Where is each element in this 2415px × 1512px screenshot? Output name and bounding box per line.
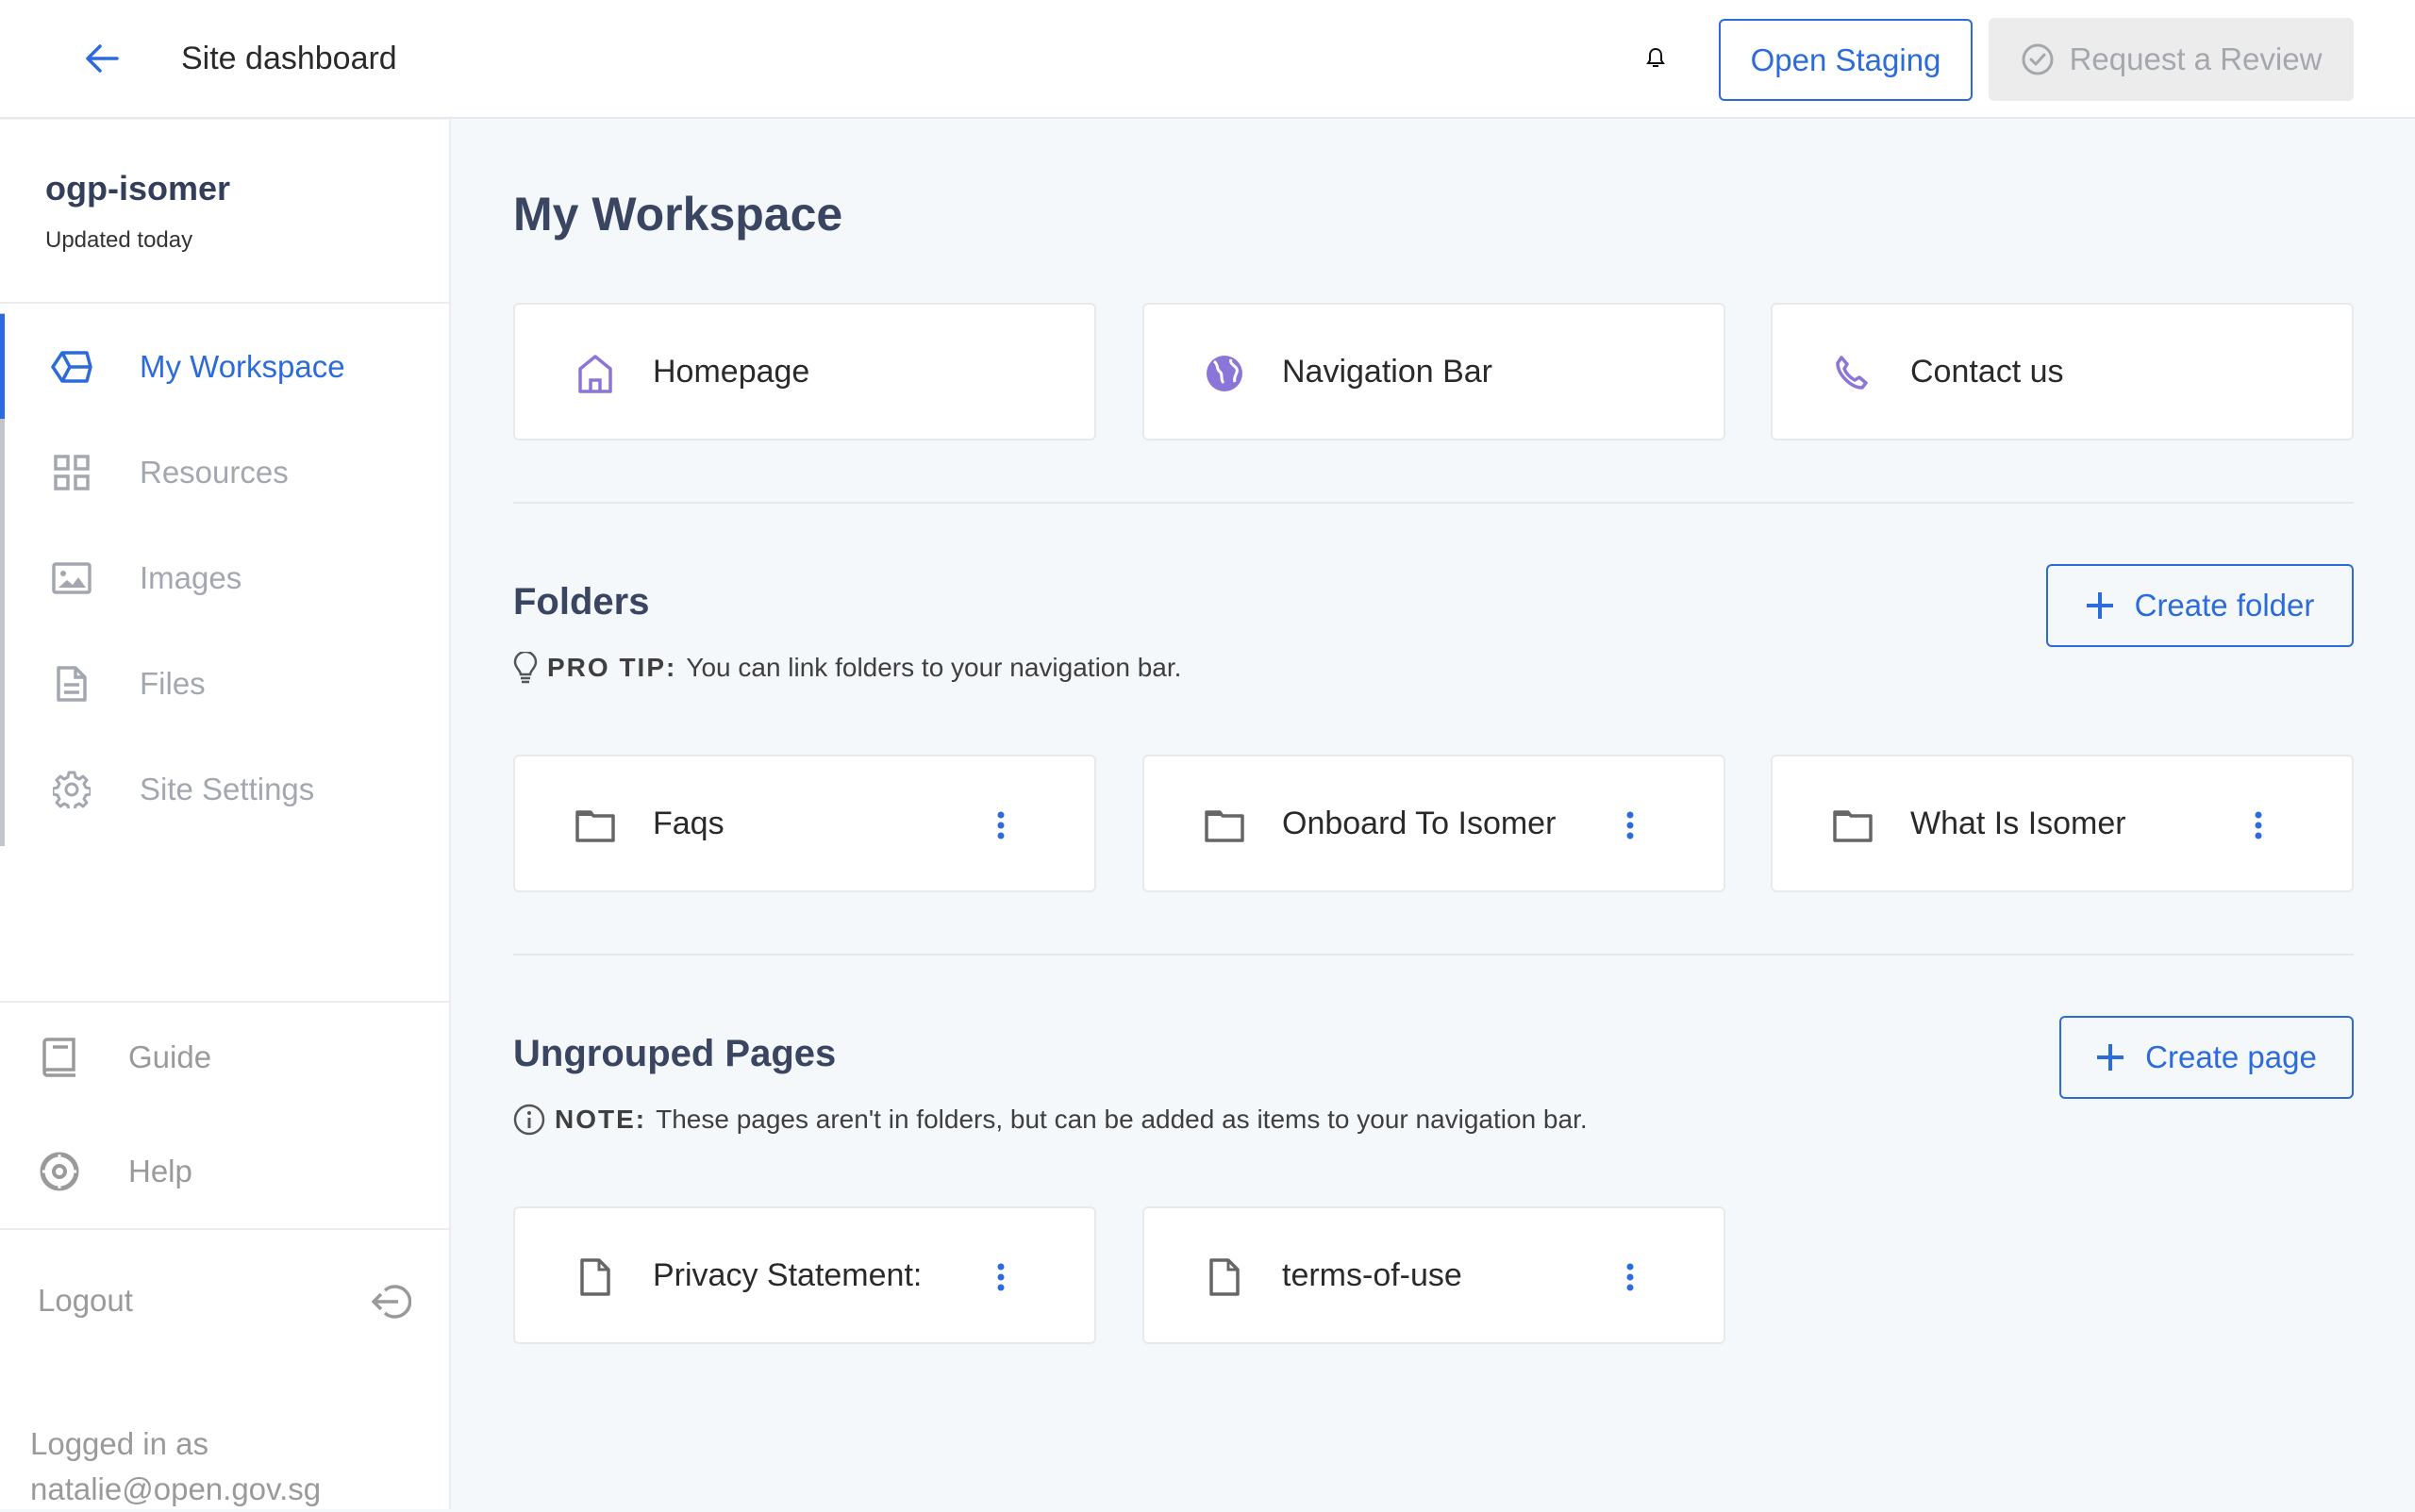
request-review-label: Request a Review: [2069, 42, 2323, 76]
request-review-button[interactable]: Request a Review: [1989, 18, 2354, 101]
sidebar-item-label: My Workspace: [140, 349, 345, 384]
logout-label: Logout: [38, 1283, 133, 1318]
home-icon: [574, 352, 617, 395]
create-page-button[interactable]: Create page: [2059, 1016, 2354, 1099]
plus-icon: [2086, 592, 2113, 619]
book-icon: [38, 1036, 81, 1079]
pro-tip-label: PRO TIP:: [547, 653, 677, 682]
pro-tip-text: You can link folders to your navigation …: [686, 653, 1182, 682]
lifebuoy-icon: [38, 1150, 81, 1193]
page-name: terms-of-use: [1282, 1257, 1462, 1293]
site-name: ogp-isomer: [45, 169, 231, 208]
note-text: These pages aren't in folders, but can b…: [656, 1105, 1588, 1134]
sidebar-divider: [0, 1228, 451, 1230]
create-page-label: Create page: [2145, 1039, 2317, 1074]
workspace-card-navigation-bar[interactable]: Navigation Bar: [1142, 303, 1725, 440]
globe-icon: [1203, 352, 1246, 395]
page-icon: [1203, 1255, 1246, 1299]
plus-icon: [2097, 1044, 2124, 1071]
card-label: Homepage: [653, 354, 810, 390]
more-options-button[interactable]: [987, 802, 1015, 849]
folders-pro-tip: PRO TIP: You can link folders to your na…: [513, 652, 1181, 684]
sidebar-item-images[interactable]: Images: [0, 531, 449, 625]
kebab-menu-icon: [997, 811, 1005, 839]
info-icon: [513, 1104, 545, 1136]
sidebar-item-site-settings[interactable]: Site Settings: [0, 742, 449, 837]
sidebar-item-label: Resources: [140, 455, 289, 490]
page-card[interactable]: Privacy Statement:: [513, 1206, 1096, 1344]
folders-title: Folders: [513, 581, 650, 623]
folder-icon: [574, 804, 617, 847]
gear-icon: [49, 767, 94, 812]
lightbulb-icon: [513, 652, 538, 684]
sidebar-item-label: Images: [140, 560, 242, 595]
page-name: Privacy Statement:: [653, 1257, 923, 1293]
create-folder-label: Create folder: [2134, 588, 2315, 623]
page-header-title: Site dashboard: [181, 41, 397, 76]
sidebar-item-label: Guide: [128, 1039, 212, 1074]
kebab-menu-icon: [1626, 811, 1634, 839]
notifications-button[interactable]: [1641, 43, 1670, 74]
sidebar-divider: [0, 1001, 451, 1003]
more-options-button[interactable]: [2244, 802, 2273, 849]
folder-name: What Is Isomer: [1910, 806, 2126, 841]
phone-icon: [1831, 352, 1874, 395]
ungrouped-pages-title: Ungrouped Pages: [513, 1033, 837, 1074]
sidebar-item-label: Files: [140, 666, 206, 701]
logout-icon: [370, 1283, 412, 1321]
grid-icon: [49, 450, 94, 495]
folder-card[interactable]: Faqs: [513, 755, 1096, 892]
main-content: My Workspace Homepage Navigation Bar Con…: [453, 121, 2415, 1509]
logged-in-email: natalie@open.gov.sg: [30, 1471, 322, 1506]
workspace-box-icon: [49, 344, 94, 390]
folder-card[interactable]: What Is Isomer: [1771, 755, 2354, 892]
more-options-button[interactable]: [1616, 1254, 1644, 1301]
kebab-menu-icon: [997, 1263, 1005, 1291]
kebab-menu-icon: [1626, 1263, 1634, 1291]
logged-in-info: Logged in as natalie@open.gov.sg: [30, 1421, 321, 1512]
sidebar-divider: [0, 302, 451, 304]
folder-icon: [1203, 804, 1246, 847]
workspace-card-homepage[interactable]: Homepage: [513, 303, 1096, 440]
back-button[interactable]: [81, 38, 123, 79]
bell-icon: [1646, 47, 1665, 67]
page-card[interactable]: terms-of-use: [1142, 1206, 1725, 1344]
top-bar: Site dashboard Open Staging Request a Re…: [0, 0, 2415, 119]
workspace-card-contact-us[interactable]: Contact us: [1771, 303, 2354, 440]
create-folder-button[interactable]: Create folder: [2046, 564, 2354, 647]
page-title: My Workspace: [513, 188, 843, 241]
card-label: Contact us: [1910, 354, 2064, 390]
card-label: Navigation Bar: [1282, 354, 1493, 390]
folder-card[interactable]: Onboard To Isomer: [1142, 755, 1725, 892]
sidebar-item-guide[interactable]: Guide: [0, 1010, 449, 1105]
sidebar-item-resources[interactable]: Resources: [0, 425, 449, 520]
folder-name: Onboard To Isomer: [1282, 806, 1557, 841]
file-text-icon: [49, 661, 94, 706]
sidebar: ogp-isomer Updated today My Workspace Re…: [0, 120, 451, 1509]
sidebar-item-files[interactable]: Files: [0, 637, 449, 731]
sidebar-item-my-workspace[interactable]: My Workspace: [0, 320, 449, 414]
check-circle-icon: [2022, 43, 2054, 75]
arrow-left-icon: [86, 44, 119, 73]
logout-button[interactable]: Logout: [0, 1254, 449, 1349]
site-updated-status: Updated today: [45, 227, 193, 253]
more-options-button[interactable]: [987, 1254, 1015, 1301]
section-divider: [513, 954, 2354, 955]
folder-icon: [1831, 804, 1874, 847]
image-icon: [49, 556, 94, 601]
page-icon: [574, 1255, 617, 1299]
sidebar-item-help[interactable]: Help: [0, 1124, 449, 1219]
sidebar-item-label: Help: [128, 1154, 192, 1188]
kebab-menu-icon: [2255, 811, 2262, 839]
more-options-button[interactable]: [1616, 802, 1644, 849]
folder-name: Faqs: [653, 806, 724, 841]
open-staging-button[interactable]: Open Staging: [1719, 19, 1973, 101]
sidebar-item-label: Site Settings: [140, 772, 315, 806]
ungrouped-note: NOTE: These pages aren't in folders, but…: [513, 1104, 1588, 1136]
logged-in-label: Logged in as: [30, 1426, 208, 1461]
section-divider: [513, 502, 2354, 504]
note-label: NOTE:: [555, 1105, 647, 1134]
